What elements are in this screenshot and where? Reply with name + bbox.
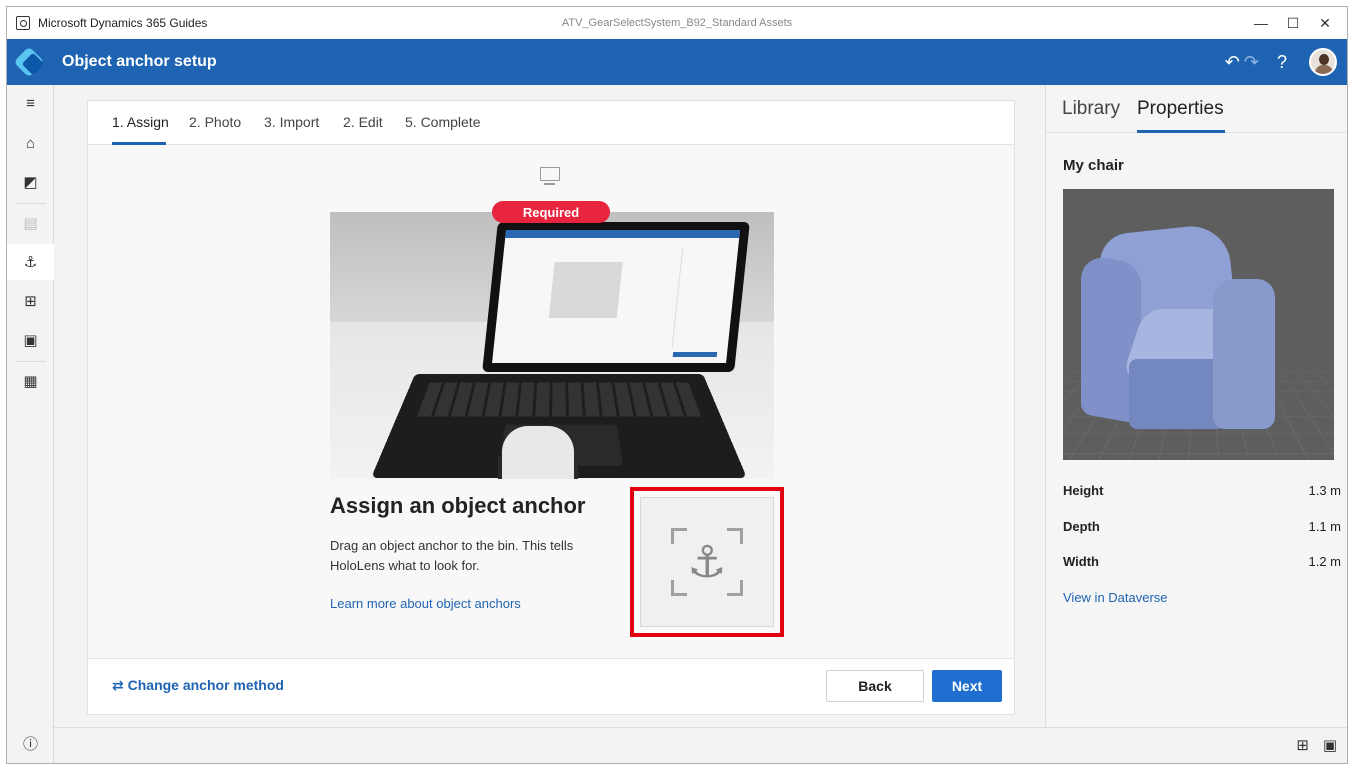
guides-logo-icon [13,46,46,78]
step-complete[interactable]: 5. Complete [405,114,480,130]
step-import[interactable]: 3. Import [264,114,319,130]
window-controls: — ☐ ✕ [1245,7,1341,39]
app-header: Object anchor setup ↶ ↷ ? [7,39,1347,85]
next-button[interactable]: Next [932,670,1002,702]
section-heading: Assign an object anchor [330,493,586,518]
minimize-icon[interactable]: — [1245,15,1277,31]
card-view-icon[interactable]: ▣ [1323,736,1337,754]
home-icon[interactable]: ⌂ [7,125,54,161]
anchor-icon: ⚓ [687,538,727,587]
undo-icon[interactable]: ↶ [1225,52,1240,73]
depth-value: 1.1 m [1308,519,1341,534]
step-assign[interactable]: 1. Assign [112,114,169,130]
wizard-footer: ⇄ Change anchor method Back Next [88,658,1014,714]
menu-icon[interactable]: ≡ [7,85,54,121]
save-icon[interactable]: ▦ [7,363,54,399]
step-photo[interactable]: 2. Photo [189,114,241,130]
anchor-drop-bin[interactable]: ⚓ [630,487,784,637]
width-value: 1.2 m [1308,554,1341,569]
active-step-indicator [112,142,166,145]
monitor-icon [540,167,560,185]
object-name: My chair [1063,157,1124,174]
step-edit[interactable]: 2. Edit [343,114,383,130]
content-icon[interactable]: ▤ [7,205,54,241]
tab-library[interactable]: Library [1062,98,1120,120]
app-name: Microsoft Dynamics 365 Guides [38,16,208,30]
help-icon[interactable]: ? [1277,52,1287,73]
panel-tabs: Library Properties [1046,85,1347,133]
page-title: Object anchor setup [62,53,217,70]
instruction-photo [330,212,774,479]
active-tab-indicator [1137,130,1225,133]
change-anchor-method-link[interactable]: ⇄ Change anchor method [112,677,284,694]
document-name: ATV_GearSelectSystem_B92_Standard Assets [561,17,793,29]
header-actions: ↶ ↷ ? [1207,39,1337,85]
analytics-icon[interactable]: ◩ [7,164,54,200]
required-badge: Required [492,201,610,223]
rail-divider [15,361,46,362]
info-icon[interactable]: ⓘ [7,725,54,761]
app-window: Microsoft Dynamics 365 Guides ATV_GearSe… [6,6,1348,764]
rail-divider [15,203,46,204]
tab-properties[interactable]: Properties [1137,98,1224,120]
layout-icon[interactable]: ▣ [7,322,54,358]
app-icon [16,16,30,30]
depth-label: Depth [1063,519,1100,534]
wizard-steps: 1. Assign 2. Photo 3. Import 2. Edit 5. … [88,101,1014,145]
grid-icon[interactable]: ⊞ [7,283,54,319]
height-value: 1.3 m [1308,483,1341,498]
object-preview [1063,189,1334,460]
wizard-card: 1. Assign 2. Photo 3. Import 2. Edit 5. … [87,100,1015,715]
close-icon[interactable]: ✕ [1309,15,1341,32]
left-rail: ≡ ⌂ ◩ ▤ ⚓ ⊞ ▣ ▦ ⓘ [7,85,54,763]
redo-icon[interactable]: ↷ [1244,52,1259,73]
grid-view-icon[interactable]: ⊞ [1296,736,1309,754]
maximize-icon[interactable]: ☐ [1277,15,1309,32]
learn-more-link[interactable]: Learn more about object anchors [330,596,521,611]
width-label: Width [1063,554,1099,569]
anchor-icon[interactable]: ⚓ [7,244,54,280]
view-in-dataverse-link[interactable]: View in Dataverse [1063,590,1168,605]
height-label: Height [1063,483,1104,498]
right-panel: Library Properties My chair Height 1.3 m… [1045,85,1347,727]
bottom-bar: ⊞ ▣ [54,727,1347,763]
title-bar: Microsoft Dynamics 365 Guides ATV_GearSe… [7,7,1347,39]
avatar[interactable] [1309,48,1337,76]
section-description: Drag an object anchor to the bin. This t… [330,538,574,573]
back-button[interactable]: Back [826,670,924,702]
